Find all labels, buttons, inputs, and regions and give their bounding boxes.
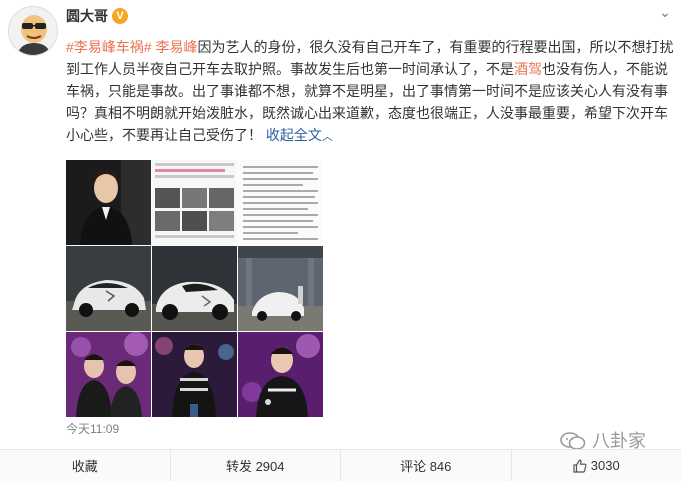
more-options-chevron-icon[interactable]: ⌄ — [656, 4, 674, 20]
article-screenshot-photo — [152, 160, 237, 245]
post-text: #李易峰车祸# 李易峰因为艺人的身份，很久没有自己开车了，有重要的行程要出国，所… — [66, 36, 676, 148]
crashed-car-front-photo — [66, 246, 151, 331]
post-image-5[interactable] — [152, 246, 237, 331]
favorite-button[interactable]: 收藏 — [0, 450, 171, 481]
verified-badge-icon: V — [112, 8, 128, 24]
post-image-8[interactable] — [152, 332, 237, 417]
repost-button[interactable]: 转发 2904 — [171, 450, 341, 481]
man-in-suit-photo — [66, 160, 151, 245]
performer-duo-photo — [66, 332, 151, 417]
post-image-7[interactable] — [66, 332, 151, 417]
crashed-car-side-photo — [152, 246, 237, 331]
post-image-1[interactable] — [66, 160, 151, 245]
avatar[interactable] — [8, 6, 58, 56]
favorite-label: 收藏 — [71, 459, 98, 474]
performer-stage-2-photo — [238, 332, 323, 417]
comment-button[interactable]: 评论 846 — [341, 450, 512, 481]
post-time[interactable]: 今天11:09 — [66, 421, 119, 437]
comment-label: 评论 846 — [400, 459, 452, 474]
performer-stage-photo — [152, 332, 237, 417]
username[interactable]: 圆大哥 — [66, 6, 108, 26]
post-image-4[interactable] — [66, 246, 151, 331]
post-image-2[interactable] — [152, 160, 237, 245]
keyword-link[interactable]: 酒驾 — [514, 61, 542, 77]
hashtag-link[interactable]: #李易峰车祸# — [66, 39, 152, 55]
avatar-cartoon-icon — [9, 7, 57, 55]
mention-link[interactable]: 李易峰 — [152, 39, 197, 55]
wechat-icon — [560, 432, 586, 450]
collapse-text-link[interactable]: 收起全文︿ — [266, 127, 333, 143]
like-count: 3030 — [590, 458, 620, 473]
like-button[interactable]: 3030 — [512, 450, 681, 481]
post-image-6[interactable] — [238, 246, 323, 331]
action-bar: 收藏 转发 2904 评论 846 3030 — [0, 449, 681, 481]
repost-label: 转发 2904 — [225, 459, 285, 474]
post-image-9[interactable] — [238, 332, 323, 417]
crashed-car-under-bridge-photo — [238, 246, 323, 331]
thumbs-up-icon — [573, 459, 587, 473]
post-image-3[interactable] — [238, 160, 323, 245]
text-screenshot-photo — [238, 160, 323, 245]
